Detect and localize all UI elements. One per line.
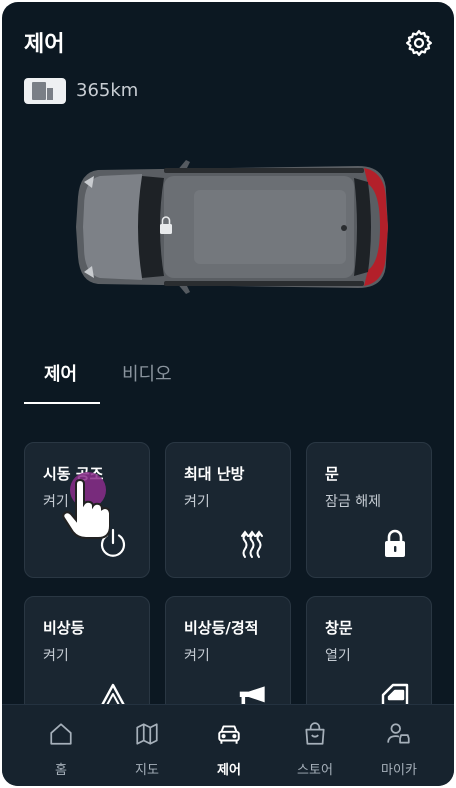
- store-bag-icon: [305, 722, 325, 745]
- app-screen: 제어 365km 제어 비디오 시동 공조 켜기 최대 난방 켜기 문 잠금 해…: [2, 2, 454, 786]
- card-title: 비상등/경적: [184, 619, 259, 637]
- nav-home[interactable]: 홈: [18, 705, 104, 786]
- max-heat-card[interactable]: 최대 난방 켜기: [165, 442, 291, 578]
- card-subtitle: 켜기: [43, 648, 69, 664]
- card-subtitle: 켜기: [184, 494, 210, 510]
- hand-pointer-icon: [62, 478, 110, 539]
- bottom-nav: 홈 지도 제어 스토어 마이카: [2, 704, 454, 786]
- nav-store[interactable]: 스토어: [272, 705, 358, 786]
- lock-icon: [385, 529, 405, 557]
- tab-control[interactable]: 제어: [44, 360, 77, 386]
- nav-mycar[interactable]: 마이카: [356, 705, 442, 786]
- nav-label: 마이카: [381, 763, 417, 778]
- page-title: 제어: [24, 32, 65, 57]
- card-title: 문: [325, 465, 339, 483]
- battery-icon: [24, 78, 66, 104]
- map-icon: [136, 723, 158, 745]
- card-title: 비상등: [43, 619, 85, 637]
- home-icon: [50, 723, 72, 745]
- nav-label: 홈: [55, 763, 67, 778]
- card-title: 창문: [325, 619, 353, 637]
- my-car-profile-icon: [387, 723, 410, 744]
- nav-map[interactable]: 지도: [104, 705, 190, 786]
- gear-icon[interactable]: [404, 28, 434, 58]
- tab-video[interactable]: 비디오: [122, 360, 172, 386]
- car-icon: [218, 725, 240, 744]
- car-image: [76, 160, 388, 294]
- card-title: 최대 난방: [184, 465, 245, 483]
- nav-label: 제어: [217, 763, 241, 778]
- card-subtitle: 잠금 해제: [325, 494, 381, 510]
- card-subtitle: 열기: [325, 648, 351, 664]
- nav-control[interactable]: 제어: [186, 705, 272, 786]
- active-tab-indicator: [24, 402, 100, 404]
- card-subtitle: 켜기: [184, 648, 210, 664]
- nav-label: 스토어: [297, 763, 333, 778]
- nav-label: 지도: [135, 763, 159, 778]
- door-unlock-card[interactable]: 문 잠금 해제: [306, 442, 432, 578]
- heat-icon: [241, 530, 263, 558]
- range-value: 365km: [76, 80, 139, 101]
